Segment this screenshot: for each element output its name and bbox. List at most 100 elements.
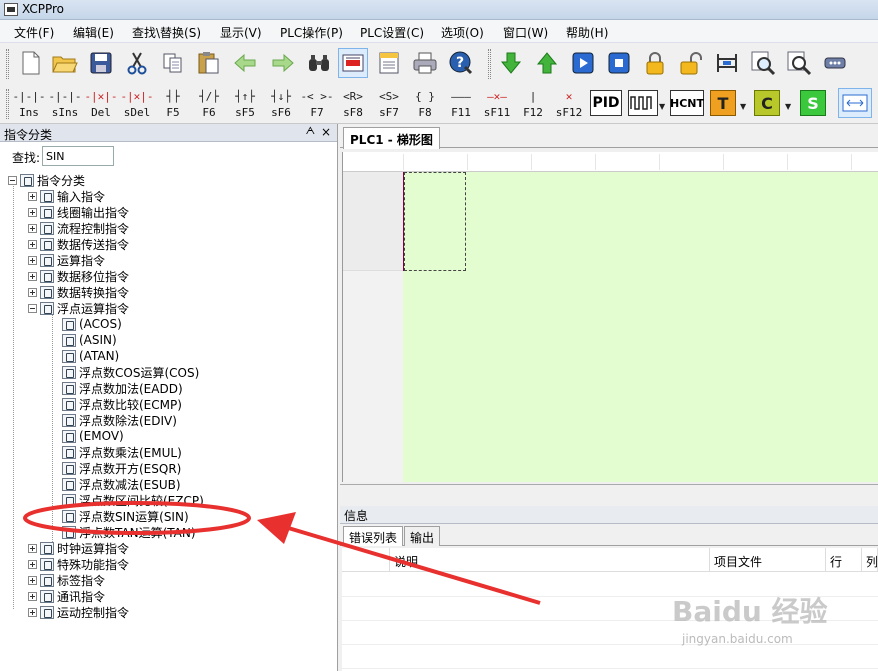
tab-error-list[interactable]: 错误列表 [343, 526, 404, 546]
rising-edge-button[interactable]: ┤↑├ sF5 [228, 86, 262, 122]
tree-group-expanded[interactable]: 浮点运算指令 [28, 300, 129, 316]
stop-icon[interactable] [604, 48, 634, 78]
tree-group[interactable]: 流程控制指令 [28, 220, 129, 236]
menu-edit[interactable]: 编辑(E) [73, 24, 114, 41]
tab-plc1-ladder[interactable]: PLC1 - 梯形图 [343, 127, 440, 149]
expand-icon[interactable] [28, 255, 37, 265]
unlock-icon[interactable] [676, 48, 706, 78]
ladder-cursor[interactable] [404, 172, 466, 271]
pulse-button[interactable] [628, 90, 658, 116]
tree-group[interactable]: 运动控制指令 [28, 604, 129, 620]
tree-group[interactable]: 运算指令 [28, 252, 105, 268]
toolbar-grip[interactable] [6, 49, 9, 79]
delete-hline-button[interactable]: —✕— sF11 [480, 86, 514, 122]
delete-vline-button[interactable]: ✕ sF12 [552, 86, 586, 122]
run-icon[interactable] [568, 48, 598, 78]
back-arrow-icon[interactable] [230, 48, 260, 78]
expand-icon[interactable] [28, 223, 37, 233]
tree-leaf-esub[interactable]: 浮点数减法(ESUB) [62, 476, 181, 492]
timer-button[interactable]: T [710, 90, 736, 116]
vertical-line-button[interactable]: | F12 [516, 86, 550, 122]
collapse-icon[interactable] [8, 175, 17, 185]
expand-icon[interactable] [28, 575, 37, 585]
binoculars-icon[interactable] [304, 48, 334, 78]
ladder-editor[interactable] [342, 152, 878, 482]
set-coil-button[interactable]: <S> sF7 [372, 86, 406, 122]
tree-leaf-sin[interactable]: 浮点数SIN运算(SIN) [62, 508, 189, 524]
menu-options[interactable]: 选项(O) [441, 24, 484, 41]
tree-leaf-emov[interactable]: (EMOV) [62, 428, 124, 444]
tree-group[interactable]: 标签指令 [28, 572, 105, 588]
paste-icon[interactable] [194, 48, 224, 78]
cut-icon[interactable] [122, 48, 152, 78]
menu-window[interactable]: 窗口(W) [503, 24, 548, 41]
lock-icon[interactable] [640, 48, 670, 78]
toolbar-grip-3[interactable] [6, 89, 9, 119]
pane-splitter[interactable] [340, 484, 878, 506]
column-header-line[interactable]: 行 [826, 548, 862, 572]
tree-group[interactable]: 特殊功能指令 [28, 556, 129, 572]
nc-contact-button[interactable]: ┤/├ F6 [192, 86, 226, 122]
tree-group[interactable]: 通讯指令 [28, 588, 105, 604]
column-header-icon[interactable] [342, 548, 390, 572]
column-header-description[interactable]: 说明 [390, 548, 710, 572]
expand-icon[interactable] [28, 271, 37, 281]
column-header-column[interactable]: 列 [862, 548, 878, 572]
new-file-icon[interactable] [16, 48, 46, 78]
collapse-icon[interactable] [28, 303, 37, 313]
tree-leaf-asin[interactable]: (ASIN) [62, 332, 117, 348]
pin-icon[interactable]: ᗅ [306, 126, 315, 137]
close-icon[interactable]: × [321, 125, 331, 139]
tree-group[interactable]: 线圈输出指令 [28, 204, 129, 220]
hcnt-button[interactable]: HCNT [670, 90, 704, 116]
tree-leaf-ecmp[interactable]: 浮点数比较(ECMP) [62, 396, 182, 412]
ladder-view-icon[interactable] [338, 48, 368, 78]
print-icon[interactable] [410, 48, 440, 78]
tree-group[interactable]: 数据转换指令 [28, 284, 129, 300]
find-icon[interactable] [784, 48, 814, 78]
tree-group[interactable]: 输入指令 [28, 188, 105, 204]
tree-leaf-emul[interactable]: 浮点数乘法(EMUL) [62, 444, 182, 460]
download-icon[interactable] [496, 48, 526, 78]
delete-rung-button[interactable]: ‐|✕|‐ sDel [120, 86, 154, 122]
save-icon[interactable] [86, 48, 116, 78]
expand-icon[interactable] [28, 591, 37, 601]
layout-toggle-button[interactable] [838, 88, 872, 118]
step-button[interactable]: S [800, 90, 826, 116]
tree-leaf-ezcp[interactable]: 浮点数区间比较(EZCP) [62, 492, 204, 508]
menu-find-replace[interactable]: 查找\替换(S) [132, 24, 201, 41]
tree-leaf-atan[interactable]: (ATAN) [62, 348, 119, 364]
tree-leaf-esqr[interactable]: 浮点数开方(ESQR) [62, 460, 181, 476]
tree-leaf-ediv[interactable]: 浮点数除法(EDIV) [62, 412, 177, 428]
expand-icon[interactable] [28, 207, 37, 217]
tree-leaf-tan[interactable]: 浮点数TAN运算(TAN) [62, 524, 196, 540]
tree-group[interactable]: 数据移位指令 [28, 268, 129, 284]
delete-row-button[interactable]: ‐|✕|‐ Del [84, 86, 118, 122]
tree-leaf-eadd[interactable]: 浮点数加法(EADD) [62, 380, 183, 396]
tree-leaf-acos[interactable]: (ACOS) [62, 316, 122, 332]
falling-edge-button[interactable]: ┤↓├ sF6 [264, 86, 298, 122]
pid-button[interactable]: PID [590, 90, 622, 116]
counter-dropdown-icon[interactable]: ▼ [785, 102, 791, 111]
counter-button[interactable]: C [754, 90, 780, 116]
monitor-icon[interactable] [712, 48, 742, 78]
menu-view[interactable]: 显示(V) [220, 24, 262, 41]
expand-icon[interactable] [28, 543, 37, 553]
help-icon[interactable]: ? [446, 48, 476, 78]
column-header-project-file[interactable]: 项目文件 [710, 548, 826, 572]
rung-number-cell[interactable] [343, 172, 403, 271]
expand-icon[interactable] [28, 191, 37, 201]
function-block-button[interactable]: { } F8 [408, 86, 442, 122]
insert-row-button[interactable]: ‐|‐|‐ Ins [12, 86, 46, 122]
expand-icon[interactable] [28, 607, 37, 617]
reset-coil-button[interactable]: <R> sF8 [336, 86, 370, 122]
comm-icon[interactable] [820, 48, 850, 78]
menu-help[interactable]: 帮助(H) [566, 24, 608, 41]
pulse-dropdown-icon[interactable]: ▼ [659, 102, 665, 111]
toolbar-grip-2[interactable] [488, 49, 491, 79]
timer-dropdown-icon[interactable]: ▼ [740, 102, 746, 111]
zoom-search-icon[interactable] [748, 48, 778, 78]
coil-button[interactable]: ‐< >‐ F7 [300, 86, 334, 122]
instruction-list-icon[interactable] [374, 48, 404, 78]
search-input[interactable] [42, 146, 114, 166]
